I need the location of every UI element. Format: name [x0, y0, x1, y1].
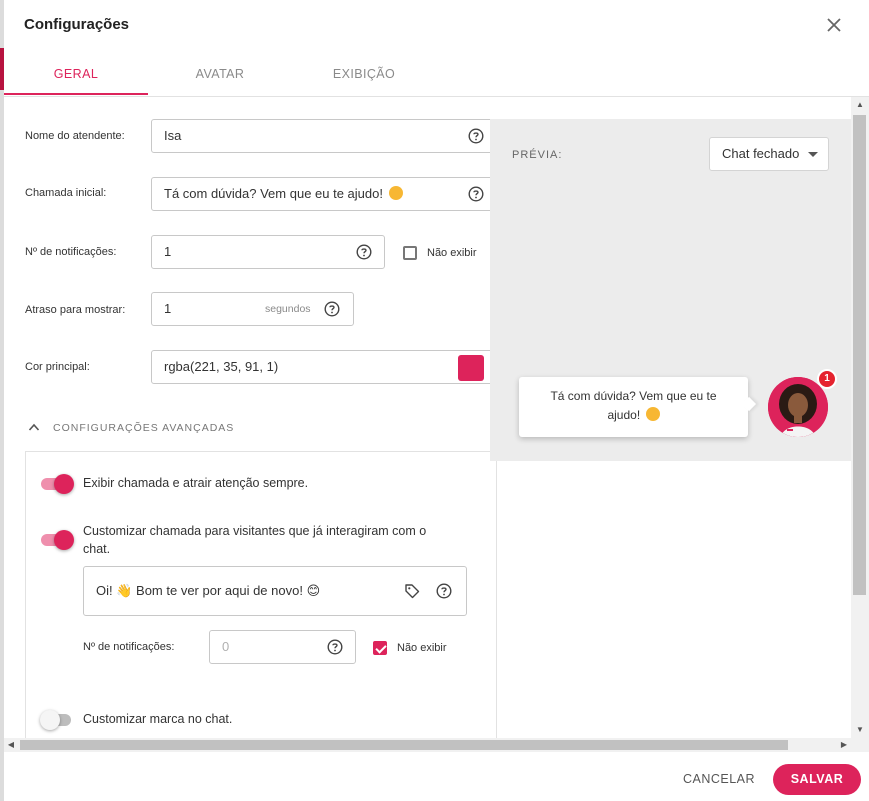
tab-exibicao[interactable]: EXIBIÇÃO	[292, 52, 436, 96]
returning-notifications-input[interactable]: 0	[209, 630, 356, 664]
attendant-name-label: Nome do atendente:	[25, 130, 125, 142]
preview-state-value: Chat fechado	[722, 146, 800, 161]
notifications-input[interactable]: 1	[151, 235, 385, 269]
help-circle-icon[interactable]	[468, 186, 484, 202]
initial-call-label: Chamada inicial:	[25, 187, 107, 199]
preview-state-select[interactable]: Chat fechado	[709, 137, 829, 171]
returning-message-value: Oi! 👋 Bom te ver por aqui de novo! 😊	[96, 583, 321, 598]
chevron-up-icon	[28, 422, 40, 432]
preview-chat-bubble[interactable]: Tá com dúvida? Vem que eu te ajudo!	[519, 377, 748, 437]
settings-dialog: Configurações GERAL AVATAR EXIBIÇÃO Nome…	[4, 0, 869, 801]
always-show-toggle[interactable]	[40, 474, 74, 494]
tag-icon[interactable]	[404, 583, 420, 599]
preview-notification-badge: 1	[817, 369, 837, 389]
returning-visitors-toggle[interactable]	[40, 530, 74, 550]
delay-input[interactable]: 1 segundos	[151, 292, 354, 326]
returning-hide-label: Não exibir	[397, 642, 447, 654]
delay-suffix: segundos	[265, 303, 311, 315]
main-color-value: rgba(221, 35, 91, 1)	[164, 359, 279, 374]
cancel-button[interactable]: CANCELAR	[677, 764, 761, 794]
brand-toggle[interactable]	[40, 710, 74, 730]
scroll-down-icon[interactable]: ▼	[851, 722, 869, 738]
initial-call-value: Tá com dúvida? Vem que eu te ajudo!	[164, 186, 383, 201]
returning-hide-checkbox[interactable]	[373, 641, 387, 655]
scroll-up-icon[interactable]: ▲	[851, 97, 869, 113]
main-color-label: Cor principal:	[25, 361, 90, 373]
preview-panel: PRÉVIA: Chat fechado Tá com dúvida? Vem …	[490, 119, 851, 461]
help-circle-icon[interactable]	[327, 639, 343, 655]
help-circle-icon[interactable]	[324, 301, 340, 317]
delay-value: 1	[164, 301, 172, 316]
tab-avatar[interactable]: AVATAR	[148, 52, 292, 96]
returning-message-input[interactable]: Oi! 👋 Bom te ver por aqui de novo! 😊	[83, 566, 467, 616]
returning-notifications-placeholder: 0	[222, 639, 230, 654]
dialog-title: Configurações	[24, 16, 130, 33]
preview-bubble-text: Tá com dúvida? Vem que eu te ajudo!	[550, 389, 717, 422]
delay-label: Atraso para mostrar:	[25, 304, 126, 316]
vertical-scrollbar[interactable]: ▲ ▼	[851, 97, 869, 738]
scrollbar-corner	[851, 738, 869, 752]
emoji-icon	[388, 186, 403, 200]
notifications-value: 1	[164, 244, 172, 259]
main-color-input[interactable]: rgba(221, 35, 91, 1)	[151, 350, 493, 384]
initial-call-input[interactable]: Tá com dúvida? Vem que eu te ajudo!	[151, 177, 493, 211]
dialog-footer: CANCELAR SALVAR	[4, 752, 869, 801]
attendant-name-input[interactable]: Isa	[151, 119, 493, 153]
emoji-icon	[645, 407, 660, 421]
preview-label: PRÉVIA:	[512, 149, 563, 161]
horizontal-scrollbar[interactable]: ◀ ▶	[4, 738, 851, 752]
always-show-label: Exibir chamada e atrair atenção sempre.	[83, 476, 309, 490]
notifications-label: Nº de notificações:	[25, 246, 117, 258]
notifications-hide-label: Não exibir	[427, 247, 477, 259]
settings-content: Nome do atendente: Isa Chamada inicial: …	[4, 97, 851, 738]
attendant-name-value: Isa	[164, 128, 182, 143]
close-icon[interactable]	[824, 15, 844, 35]
scroll-left-icon[interactable]: ◀	[4, 738, 18, 752]
save-button[interactable]: SALVAR	[773, 764, 861, 795]
brand-label: Customizar marca no chat.	[83, 712, 233, 726]
active-tab-indicator	[4, 93, 148, 95]
advanced-settings-title: CONFIGURAÇÕES AVANÇADAS	[53, 422, 235, 434]
returning-notifications-label: Nº de notificações:	[83, 641, 175, 653]
tab-geral[interactable]: GERAL	[4, 52, 148, 96]
preview-divider	[496, 461, 497, 738]
help-circle-icon[interactable]	[436, 583, 452, 599]
help-circle-icon[interactable]	[356, 244, 372, 260]
caret-down-icon	[808, 152, 818, 157]
tab-bar: GERAL AVATAR EXIBIÇÃO	[4, 52, 869, 97]
notifications-hide-checkbox[interactable]	[403, 246, 417, 260]
color-swatch[interactable]	[458, 355, 484, 381]
advanced-settings-panel: Exibir chamada e atrair atenção sempre. …	[25, 451, 497, 738]
help-circle-icon[interactable]	[468, 128, 484, 144]
horizontal-scroll-thumb[interactable]	[20, 740, 788, 750]
returning-visitors-label: Customizar chamada para visitantes que j…	[83, 524, 427, 556]
scroll-right-icon[interactable]: ▶	[837, 738, 851, 752]
vertical-scroll-thumb[interactable]	[853, 115, 866, 595]
